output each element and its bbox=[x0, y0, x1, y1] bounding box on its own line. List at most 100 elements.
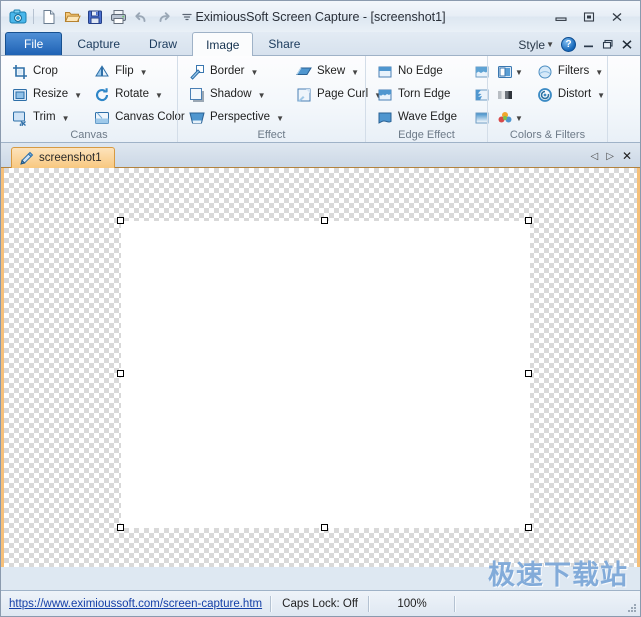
adjust-color-icon bbox=[497, 64, 513, 80]
style-menu-button[interactable]: Style ▼ bbox=[518, 38, 554, 52]
tab-file[interactable]: File bbox=[5, 32, 62, 55]
perspective-label: Perspective bbox=[210, 112, 270, 124]
wave-edge-button[interactable]: Wave Edge bbox=[372, 107, 462, 129]
ribbon-close-button[interactable] bbox=[621, 39, 633, 50]
perspective-button[interactable]: Perspective ▼ bbox=[184, 107, 289, 129]
selection-handle-bottom-right[interactable] bbox=[525, 524, 532, 531]
image-sheet[interactable] bbox=[121, 221, 530, 528]
wave-edge-label: Wave Edge bbox=[398, 112, 457, 124]
no-edge-icon bbox=[377, 64, 393, 80]
resize-icon bbox=[12, 87, 28, 103]
ribbon-group-title-edge-effect: Edge Effect bbox=[372, 129, 481, 144]
ribbon-group-empty bbox=[607, 56, 640, 142]
rotate-label: Rotate bbox=[115, 89, 149, 101]
chevron-down-icon: ▼ bbox=[597, 91, 605, 100]
minimize-button[interactable] bbox=[552, 9, 570, 25]
minimize-icon bbox=[583, 39, 595, 50]
torn-edge-button[interactable]: Torn Edge bbox=[372, 84, 462, 106]
rotate-icon bbox=[94, 87, 110, 103]
chevron-down-icon: ▼ bbox=[74, 91, 82, 100]
undo-icon[interactable] bbox=[131, 7, 151, 27]
flip-label: Flip bbox=[115, 66, 134, 78]
canvas-color-icon bbox=[94, 110, 110, 126]
chevron-down-icon: ▼ bbox=[155, 91, 163, 100]
selection-handle-top-center[interactable] bbox=[321, 217, 328, 224]
ribbon-tab-strip: File Capture Draw Image Share Style ▼ ? bbox=[1, 32, 640, 56]
color-effects-icon bbox=[497, 110, 513, 126]
new-icon[interactable] bbox=[39, 7, 59, 27]
ribbon-group-colors-filters: ▼ bbox=[487, 56, 607, 142]
restore-icon bbox=[602, 39, 614, 50]
document-tab-bar: screenshot1 ◁ ▷ ✕ bbox=[1, 143, 640, 168]
maximize-restore-button[interactable] bbox=[580, 9, 598, 25]
resize-grip-icon[interactable] bbox=[625, 601, 637, 613]
caps-lock-status: Caps Lock: Off bbox=[272, 591, 368, 616]
selection-handle-top-left[interactable] bbox=[117, 217, 124, 224]
selection-handle-bottom-center[interactable] bbox=[321, 524, 328, 531]
tab-image[interactable]: Image bbox=[192, 32, 253, 56]
chevron-down-icon: ▼ bbox=[251, 68, 259, 77]
torn-edge-label: Torn Edge bbox=[398, 89, 450, 101]
chevron-down-icon: ▼ bbox=[515, 68, 523, 77]
selection-handle-middle-left[interactable] bbox=[117, 370, 124, 377]
status-bar: https://www.eximioussoft.com/screen-capt… bbox=[1, 590, 640, 616]
document-tab-label: screenshot1 bbox=[39, 152, 102, 164]
grayscale-icon bbox=[497, 87, 513, 103]
page-curl-label: Page Curl bbox=[317, 89, 368, 101]
canvas-color-label: Canvas Color bbox=[115, 112, 185, 124]
color-effects-button[interactable]: ▼ bbox=[494, 107, 526, 129]
crop-label: Crop bbox=[33, 66, 58, 78]
print-icon[interactable] bbox=[108, 7, 128, 27]
customize-qat-icon[interactable] bbox=[177, 7, 197, 27]
border-icon bbox=[189, 64, 205, 80]
selection-handle-bottom-left[interactable] bbox=[117, 524, 124, 531]
zoom-level[interactable]: 100% bbox=[370, 591, 454, 616]
app-logo-icon[interactable] bbox=[8, 7, 28, 27]
style-menu-label: Style bbox=[518, 38, 545, 52]
filters-button[interactable]: Filters ▼ bbox=[532, 61, 610, 83]
border-button[interactable]: Border ▼ bbox=[184, 61, 289, 83]
no-edge-button[interactable]: No Edge bbox=[372, 61, 462, 83]
page-curl-icon bbox=[296, 87, 312, 103]
shadow-button[interactable]: Shadow ▼ bbox=[184, 84, 289, 106]
shadow-icon bbox=[189, 87, 205, 103]
close-icon bbox=[621, 39, 633, 50]
prev-tab-button[interactable]: ◁ bbox=[591, 151, 599, 162]
selection-handle-top-right[interactable] bbox=[525, 217, 532, 224]
distort-label: Distort bbox=[558, 89, 591, 101]
resize-button[interactable]: Resize ▼ bbox=[7, 84, 87, 106]
grayscale-button[interactable] bbox=[494, 84, 526, 106]
selection-handle-middle-right[interactable] bbox=[525, 370, 532, 377]
qat-separator bbox=[33, 9, 34, 24]
tab-share[interactable]: Share bbox=[254, 32, 314, 55]
help-icon[interactable]: ? bbox=[561, 37, 576, 52]
close-tab-button[interactable]: ✕ bbox=[622, 149, 632, 163]
filters-icon bbox=[537, 64, 553, 80]
ribbon: Crop Resize ▼ bbox=[1, 56, 640, 143]
chevron-down-icon: ▼ bbox=[351, 68, 359, 77]
ribbon-minimize-button[interactable] bbox=[583, 39, 595, 50]
open-icon[interactable] bbox=[62, 7, 82, 27]
redo-icon[interactable] bbox=[154, 7, 174, 27]
product-link[interactable]: https://www.eximioussoft.com/screen-capt… bbox=[1, 598, 270, 610]
crop-button[interactable]: Crop bbox=[7, 61, 87, 83]
tab-draw[interactable]: Draw bbox=[135, 32, 191, 55]
crop-icon bbox=[12, 64, 28, 80]
save-icon[interactable] bbox=[85, 7, 105, 27]
trim-button[interactable]: Trim ▼ bbox=[7, 107, 87, 129]
document-tab-screenshot1[interactable]: screenshot1 bbox=[11, 147, 115, 168]
trim-icon bbox=[12, 110, 28, 126]
ribbon-restore-button[interactable] bbox=[602, 39, 614, 50]
next-tab-button[interactable]: ▷ bbox=[606, 151, 614, 162]
chevron-down-icon: ▼ bbox=[62, 114, 70, 123]
shadow-label: Shadow bbox=[210, 89, 252, 101]
distort-button[interactable]: Distort ▼ bbox=[532, 84, 610, 106]
tab-capture[interactable]: Capture bbox=[63, 32, 134, 55]
perspective-icon bbox=[189, 110, 205, 126]
chevron-down-icon: ▼ bbox=[140, 68, 148, 77]
border-label: Border bbox=[210, 66, 245, 78]
adjust-color-button[interactable]: ▼ bbox=[494, 61, 526, 83]
skew-icon bbox=[296, 64, 312, 80]
close-button[interactable] bbox=[608, 9, 626, 25]
canvas-area[interactable] bbox=[1, 168, 640, 567]
